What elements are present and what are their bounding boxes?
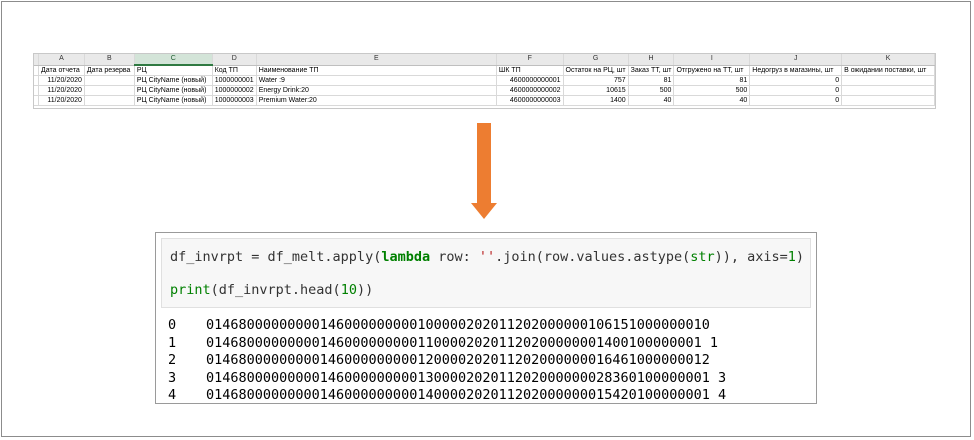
number-token: 1 — [787, 249, 796, 265]
table-row: 11/20/2020 РЦ CityName (новый) 100000000… — [34, 85, 935, 96]
spreadsheet-table: A B C D E F G H I J K Дата отчета Дата р… — [34, 54, 935, 106]
code-token: ) — [795, 249, 805, 265]
header-cell[interactable]: Отгружено на ТТ, шт — [673, 65, 751, 76]
cell-order[interactable]: 40 — [628, 95, 675, 106]
cell-shipped[interactable]: 81 — [673, 75, 751, 86]
cell-report-date[interactable]: 11/20/2020 — [38, 85, 85, 96]
output-row: 3 014680000000001460000000001300002020112… — [168, 370, 808, 388]
cell-barcode[interactable]: 4600000000001 — [496, 75, 564, 86]
code-token: (df_invrpt.head( — [210, 282, 341, 298]
output-index: 1 — [168, 334, 177, 351]
down-arrow-icon — [471, 123, 497, 219]
cell-product-code[interactable]: 1000000001 — [212, 75, 257, 86]
down-arrow-shape — [471, 123, 497, 219]
cell-reserve-date[interactable] — [84, 95, 135, 106]
output-value: 0146800000000014600000000014000020201120… — [206, 387, 727, 404]
code-token: )), axis= — [714, 249, 788, 265]
header-cell[interactable]: В ожидании поставки, шт — [841, 65, 935, 76]
output-index: 0 — [168, 317, 177, 333]
cell-product-code[interactable]: 1000000003 — [212, 95, 257, 106]
cell-awaiting[interactable] — [841, 95, 935, 106]
column-letter-d[interactable]: D — [212, 54, 257, 66]
number-token: 10 — [340, 282, 357, 298]
cell-awaiting[interactable] — [841, 75, 935, 86]
cell-barcode[interactable]: 4600000000002 — [496, 85, 564, 96]
header-cell[interactable]: ШК ТП — [496, 65, 564, 76]
output-row: 0 014680000000001460000000001000002020112… — [168, 317, 808, 335]
header-cell[interactable]: Недогруз в магазины, шт — [749, 65, 843, 76]
cell-product-name[interactable]: Water :9 — [256, 75, 497, 86]
code-line-apply: df_invrpt = df_melt.apply(lambda row: ''… — [170, 249, 810, 266]
cell-report-date[interactable]: 11/20/2020 — [38, 95, 85, 106]
column-letter-k[interactable]: K — [841, 54, 935, 66]
column-letter-g[interactable]: G — [563, 54, 629, 66]
code-line-print: print(df_invrpt.head(10)) — [170, 282, 810, 299]
header-cell[interactable]: Заказ ТТ, шт — [628, 65, 675, 76]
column-letter-h[interactable]: H — [628, 54, 675, 66]
table-row: 11/20/2020 РЦ CityName (новый) 100000000… — [34, 95, 935, 106]
code-token: )) — [356, 282, 374, 298]
header-cell[interactable]: Дата резерва — [84, 65, 135, 76]
column-letter-f[interactable]: F — [496, 54, 564, 66]
cell-shipped[interactable]: 40 — [673, 95, 751, 106]
output-index: 2 — [168, 352, 177, 369]
column-letter-j[interactable]: J — [749, 54, 843, 66]
cell-reserve-date[interactable] — [84, 85, 135, 96]
cell-order[interactable]: 500 — [628, 85, 675, 96]
code-cell[interactable]: df_invrpt = df_melt.apply(lambda row: ''… — [161, 238, 811, 308]
cell-shipped[interactable]: 500 — [673, 85, 751, 96]
header-cell[interactable]: Код ТП — [212, 65, 257, 76]
code-token: .join(row.values.astype( — [495, 249, 691, 265]
cell-underload[interactable]: 0 — [749, 75, 843, 86]
cell-report-date[interactable]: 11/20/2020 — [38, 75, 85, 86]
cell-order[interactable]: 81 — [628, 75, 675, 86]
output-index: 4 — [168, 387, 177, 404]
cell-dc[interactable]: РЦ CityName (новый) — [134, 85, 213, 96]
output-value: 0146800000000014600000000011000020201120… — [206, 334, 719, 351]
cell-underload[interactable]: 0 — [749, 85, 843, 96]
column-letter-i[interactable]: I — [673, 54, 751, 66]
column-letter-b[interactable]: B — [84, 54, 135, 66]
builtin-token: print — [170, 282, 211, 298]
builtin-token: str — [690, 249, 715, 265]
output-row: 2 014680000000001460000000001200002020112… — [168, 352, 808, 370]
cell-output: 0 014680000000001460000000001000002020112… — [168, 317, 808, 405]
cell-dc-stock[interactable]: 10615 — [563, 85, 629, 96]
output-value: 0146800000000014600000000012000020201120… — [206, 352, 710, 369]
cell-dc-stock[interactable]: 757 — [563, 75, 629, 86]
cell-barcode[interactable]: 4600000000003 — [496, 95, 564, 106]
column-letter-c[interactable]: C — [134, 54, 213, 66]
header-cell[interactable]: Остаток на РЦ, шт — [563, 65, 629, 76]
cell-underload[interactable]: 0 — [749, 95, 843, 106]
header-cell[interactable]: Дата отчета — [38, 65, 85, 76]
code-token: row: — [430, 249, 479, 265]
output-value: 0146800000000014600000000010000020201120… — [206, 317, 710, 333]
table-row: 11/20/2020 РЦ CityName (новый) 100000000… — [34, 75, 935, 86]
cell-dc[interactable]: РЦ CityName (новый) — [134, 75, 213, 86]
output-row: 1 014680000000001460000000001100002020112… — [168, 335, 808, 353]
cell-dc[interactable]: РЦ CityName (новый) — [134, 95, 213, 106]
spreadsheet: A B C D E F G H I J K Дата отчета Дата р… — [33, 53, 936, 109]
cell-awaiting[interactable] — [841, 85, 935, 96]
column-letter-e[interactable]: E — [256, 54, 497, 66]
cell-product-code[interactable]: 1000000002 — [212, 85, 257, 96]
string-token: '' — [478, 249, 496, 265]
notebook-panel: df_invrpt = df_melt.apply(lambda row: ''… — [155, 232, 817, 404]
output-row: 4 014680000000001460000000001400002020112… — [168, 387, 808, 405]
header-cell[interactable]: РЦ — [134, 65, 213, 76]
cell-dc-stock[interactable]: 1400 — [563, 95, 629, 106]
output-index: 3 — [168, 369, 177, 386]
cell-reserve-date[interactable] — [84, 75, 135, 86]
keyword-token: lambda — [381, 249, 431, 265]
cell-product-name[interactable]: Energy Drink:20 — [256, 85, 497, 96]
header-cell[interactable]: Наименование ТП — [256, 65, 497, 76]
header-row: Дата отчета Дата резерва РЦ Код ТП Наиме… — [34, 65, 935, 76]
output-value: 0146800000000014600000000013000020201120… — [206, 369, 727, 386]
code-token: df_invrpt = df_melt.apply( — [170, 249, 382, 265]
column-header-row: A B C D E F G H I J K — [34, 54, 935, 66]
column-letter-a[interactable]: A — [38, 54, 85, 66]
cell-product-name[interactable]: Premium Water:20 — [256, 95, 497, 106]
